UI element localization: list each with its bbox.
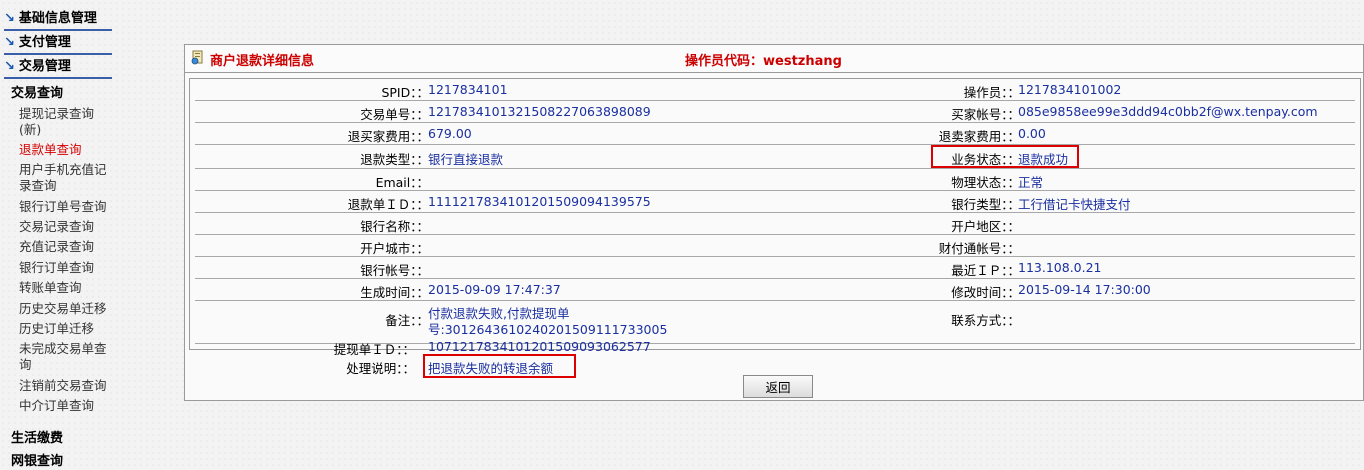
field-label: 物理状态：：	[951, 175, 1020, 190]
field-label: 修改时间：：	[951, 285, 1020, 300]
field-label: 联系方式：：	[951, 313, 1020, 328]
field-label: 财付通帐号：：	[938, 241, 1020, 256]
highlight-box	[931, 145, 1079, 168]
remark-line-2: 号:3012643610240201509111733005	[428, 322, 668, 337]
nav-mobile-recharge-query[interactable]: 用户手机充值记录查询	[19, 162, 115, 194]
field-value: 1071217834101201509093062577	[428, 339, 651, 354]
field-label: 提现单ＩＤ：：	[333, 342, 415, 357]
field-value: 工行借记卡快捷支付	[1018, 197, 1131, 212]
sub-heading-trade-query: 交易查询	[11, 86, 64, 101]
field-value: 1217834101321508227063898089	[428, 104, 651, 119]
field-value: 1217834101002	[1018, 82, 1122, 97]
table-row: 银行帐号：： 最近ＩＰ：： 113.108.0.21	[195, 257, 1355, 279]
menu-ebank-query[interactable]: 网银查询	[11, 450, 63, 469]
table-row: Email：： 物理状态：： 正常	[195, 169, 1355, 191]
back-button[interactable]: 返回	[743, 375, 813, 398]
sidebar: ↘ 基础信息管理 ↘ 支付管理 ↘ 交易管理 交易查询 提现记录查询(新) 退款单查询…	[0, 0, 120, 470]
field-value: 银行直接退款	[428, 152, 504, 167]
field-value: 2015-09-14 17:30:00	[1018, 282, 1151, 297]
arrow-down-right-icon: ↘	[4, 11, 15, 26]
field-label: 退买家费用：：	[347, 129, 429, 144]
field-label: 生成时间：：	[360, 285, 429, 300]
field-label: 银行帐号：：	[360, 263, 429, 278]
nav-history-trade-migrate[interactable]: 历史交易单迁移	[19, 301, 115, 317]
table-row: 银行名称：： 开户地区：：	[195, 213, 1355, 235]
field-label: 退款类型：：	[360, 152, 429, 167]
arrow-down-right-icon: ↘	[4, 59, 15, 74]
field-value: 0.00	[1018, 126, 1046, 141]
field-label: SPID：：	[381, 85, 429, 100]
field-label: 银行名称：：	[360, 219, 429, 234]
panel-title-bar: 商户退款详细信息 操作员代码：westzhang	[185, 45, 1363, 73]
field-label: 交易单号：：	[360, 107, 429, 122]
refund-detail-panel: 商户退款详细信息 操作员代码：westzhang SPID：： 12178341…	[184, 44, 1364, 401]
field-label: 买家帐号：：	[951, 107, 1020, 122]
nav-transfer-query[interactable]: 转账单查询	[19, 280, 115, 296]
operator-code: 操作员代码：westzhang	[685, 54, 842, 69]
menu-payment[interactable]: ↘ 支付管理	[4, 33, 112, 55]
nav-withdraw-query[interactable]: 提现记录查询(新)	[19, 106, 115, 138]
table-row: 退买家费用：： 679.00 退卖家费用：： 0.00	[195, 123, 1355, 145]
field-label: 备注：：	[385, 313, 429, 328]
highlight-box	[423, 354, 576, 378]
field-label: 银行类型：：	[951, 197, 1020, 212]
field-label: Email：：	[375, 175, 429, 190]
panel-title: 商户退款详细信息	[210, 54, 315, 69]
field-label: 最近ＩＰ：：	[951, 263, 1020, 278]
table-row: 生成时间：： 2015-09-09 17:47:37 修改时间：： 2015-0…	[195, 279, 1355, 301]
table-row: SPID：： 1217834101 操作员：： 1217834101002	[195, 79, 1355, 101]
menu-life-payment[interactable]: 生活缴费	[11, 427, 63, 446]
table-row: 退款类型：： 银行直接退款 业务状态：： 退款成功	[195, 145, 1355, 169]
field-value: 1217834101	[428, 82, 508, 97]
field-label: 退卖家费用：：	[938, 129, 1020, 144]
field-value: 679.00	[428, 126, 472, 141]
table-row: 交易单号：： 1217834101321508227063898089 买家帐号…	[195, 101, 1355, 123]
nav-pre-cancel-trade-query[interactable]: 注销前交易查询	[19, 378, 115, 394]
nav-history-order-migrate[interactable]: 历史订单迁移	[19, 321, 115, 337]
field-value: 正常	[1018, 175, 1044, 190]
field-label: 开户城市：：	[360, 241, 429, 256]
field-label: 退款单ＩＤ：：	[347, 197, 429, 212]
table-row: 退款单ＩＤ：： 1111217834101201509094139575 银行类…	[195, 191, 1355, 213]
nav-bank-order-no-query[interactable]: 银行订单号查询	[19, 199, 115, 215]
field-label: 处理说明：：	[346, 361, 415, 376]
field-value: 2015-09-09 17:47:37	[428, 282, 561, 297]
nav-recharge-record-query[interactable]: 充值记录查询	[19, 239, 115, 255]
nav-bank-order-query[interactable]: 银行订单查询	[19, 260, 115, 276]
arrow-down-right-icon: ↘	[4, 35, 15, 50]
field-value: 1111217834101201509094139575	[428, 194, 651, 209]
nav-trade-record-query[interactable]: 交易记录查询	[19, 219, 115, 235]
nav-refund-query[interactable]: 退款单查询	[19, 142, 115, 158]
field-value: 085e9858ee99e3ddd94c0bb2f@wx.tenpay.com	[1018, 104, 1318, 119]
detail-table: SPID：： 1217834101 操作员：： 1217834101002 交易…	[189, 78, 1361, 350]
nav-unfinished-trade-query[interactable]: 未完成交易单查询	[19, 341, 115, 373]
field-label: 操作员：：	[963, 85, 1020, 100]
table-row: 开户城市：： 财付通帐号：：	[195, 235, 1355, 257]
menu-basic-info[interactable]: ↘ 基础信息管理	[4, 9, 112, 31]
table-row: 备注：： 付款退款失败,付款提现单 号:30126436102402015091…	[195, 301, 1355, 344]
detail-info-icon	[190, 50, 205, 65]
menu-trade[interactable]: ↘ 交易管理	[4, 57, 112, 79]
field-label: 开户地区：：	[951, 219, 1020, 234]
nav-agent-order-query[interactable]: 中介订单查询	[19, 398, 115, 414]
field-value: 113.108.0.21	[1018, 260, 1102, 275]
